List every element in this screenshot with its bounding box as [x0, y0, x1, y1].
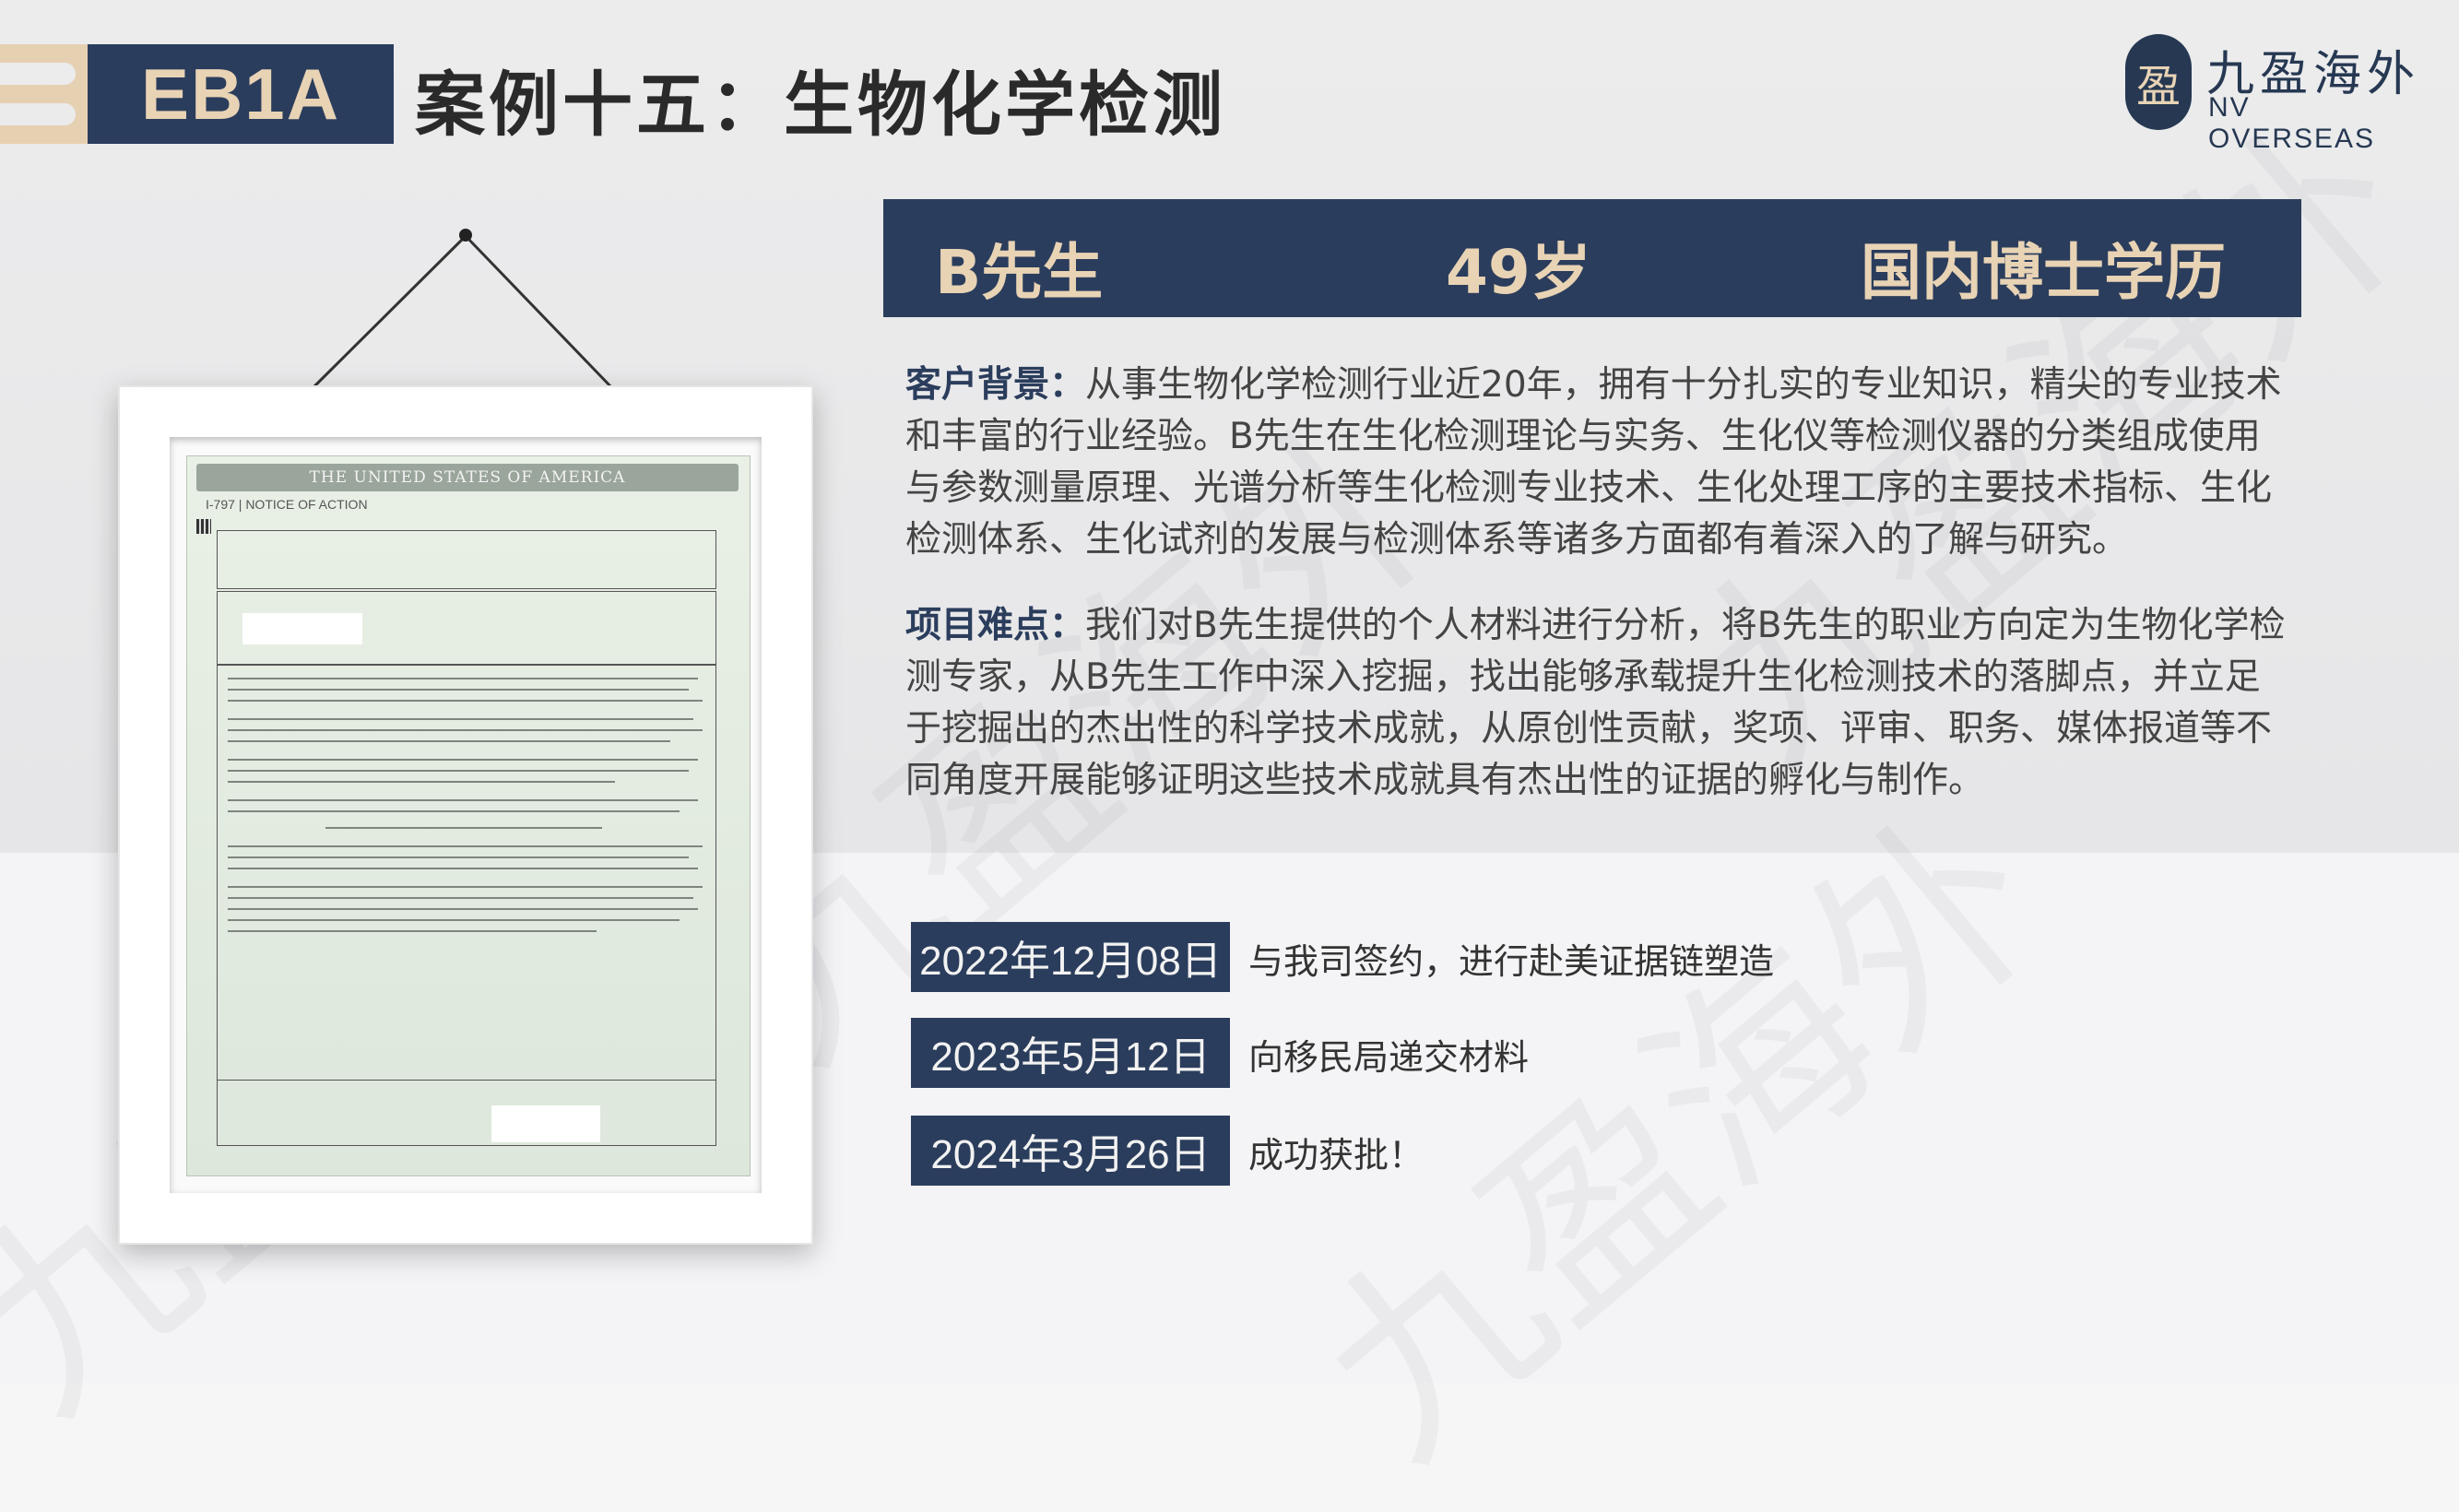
text-line — [228, 897, 693, 899]
timeline-date: 2022年12月08日 — [911, 922, 1230, 992]
text-line — [228, 908, 698, 910]
picture-frame: THE UNITED STATES OF AMERICA I-797 | NOT… — [118, 385, 813, 1245]
redaction-block — [491, 1105, 600, 1142]
category-tag: EB1A — [88, 44, 394, 144]
text-line — [228, 689, 689, 691]
qr-code-icon — [196, 519, 211, 534]
client-education: 国内博士学历 — [1861, 237, 2226, 308]
text-line — [228, 886, 703, 888]
text-line — [228, 718, 693, 720]
page-title: 案例十五：生物化学检测 — [415, 64, 1226, 146]
profile-bar: B先生 49岁 国内博士学历 — [883, 199, 2301, 317]
text-line — [228, 930, 597, 932]
redaction-block — [242, 613, 362, 644]
text-line — [228, 781, 615, 783]
text-line — [228, 856, 689, 858]
document-banner: THE UNITED STATES OF AMERICA — [196, 464, 739, 491]
document-footer-box — [217, 1080, 716, 1146]
text-line — [228, 740, 670, 742]
background-text: 从事生物化学检测行业近20年，拥有十分扎实的专业知识，精尖的专业技术和丰富的行业… — [905, 364, 2282, 561]
background-label: 客户背景： — [905, 364, 1086, 406]
frame-mat: THE UNITED STATES OF AMERICA I-797 | NOT… — [170, 437, 762, 1193]
text-line — [228, 799, 698, 801]
difficulty-label: 项目难点： — [905, 605, 1086, 646]
difficulty-text: 我们对B先生提供的个人材料进行分析，将B先生的职业方向定为生物化学检测专家，从B… — [905, 605, 2286, 801]
timeline-date: 2023年5月12日 — [911, 1018, 1230, 1088]
background-paragraph: 客户背景：从事生物化学检测行业近20年，拥有十分扎实的专业知识，精尖的专业技术和… — [905, 360, 2288, 566]
text-line — [228, 759, 698, 761]
timeline-event: 成功获批！ — [1248, 1135, 1425, 1175]
timeline-date: 2024年3月26日 — [911, 1116, 1230, 1186]
logo-mark-icon: 盈 — [2125, 34, 2192, 130]
difficulty-paragraph: 项目难点：我们对B先生提供的个人材料进行分析，将B先生的职业方向定为生物化学检测… — [905, 600, 2288, 807]
company-logo: 盈 九盈海外 NV OVERSEAS — [2125, 30, 2420, 154]
document-subtitle: I-797 | NOTICE OF ACTION — [206, 497, 368, 512]
text-line — [325, 827, 602, 829]
logo-english-name: NV OVERSEAS — [2208, 92, 2376, 154]
client-name: B先生 — [935, 237, 1104, 308]
text-line — [228, 700, 703, 702]
text-line — [228, 729, 703, 731]
text-line — [228, 868, 698, 869]
text-line — [228, 919, 680, 921]
text-line — [228, 678, 698, 679]
document-table — [217, 530, 716, 589]
timeline-event: 与我司签约，进行赴美证据链塑造 — [1248, 941, 1775, 982]
approval-notice-document: THE UNITED STATES OF AMERICA I-797 | NOT… — [186, 455, 751, 1176]
header-tab-decoration — [0, 44, 88, 144]
timeline-event: 向移民局递交材料 — [1248, 1037, 1530, 1078]
text-line — [228, 810, 680, 812]
document-body-box — [217, 665, 716, 1146]
client-age: 49岁 — [1446, 237, 1591, 308]
text-line — [228, 770, 689, 772]
text-line — [228, 845, 703, 847]
